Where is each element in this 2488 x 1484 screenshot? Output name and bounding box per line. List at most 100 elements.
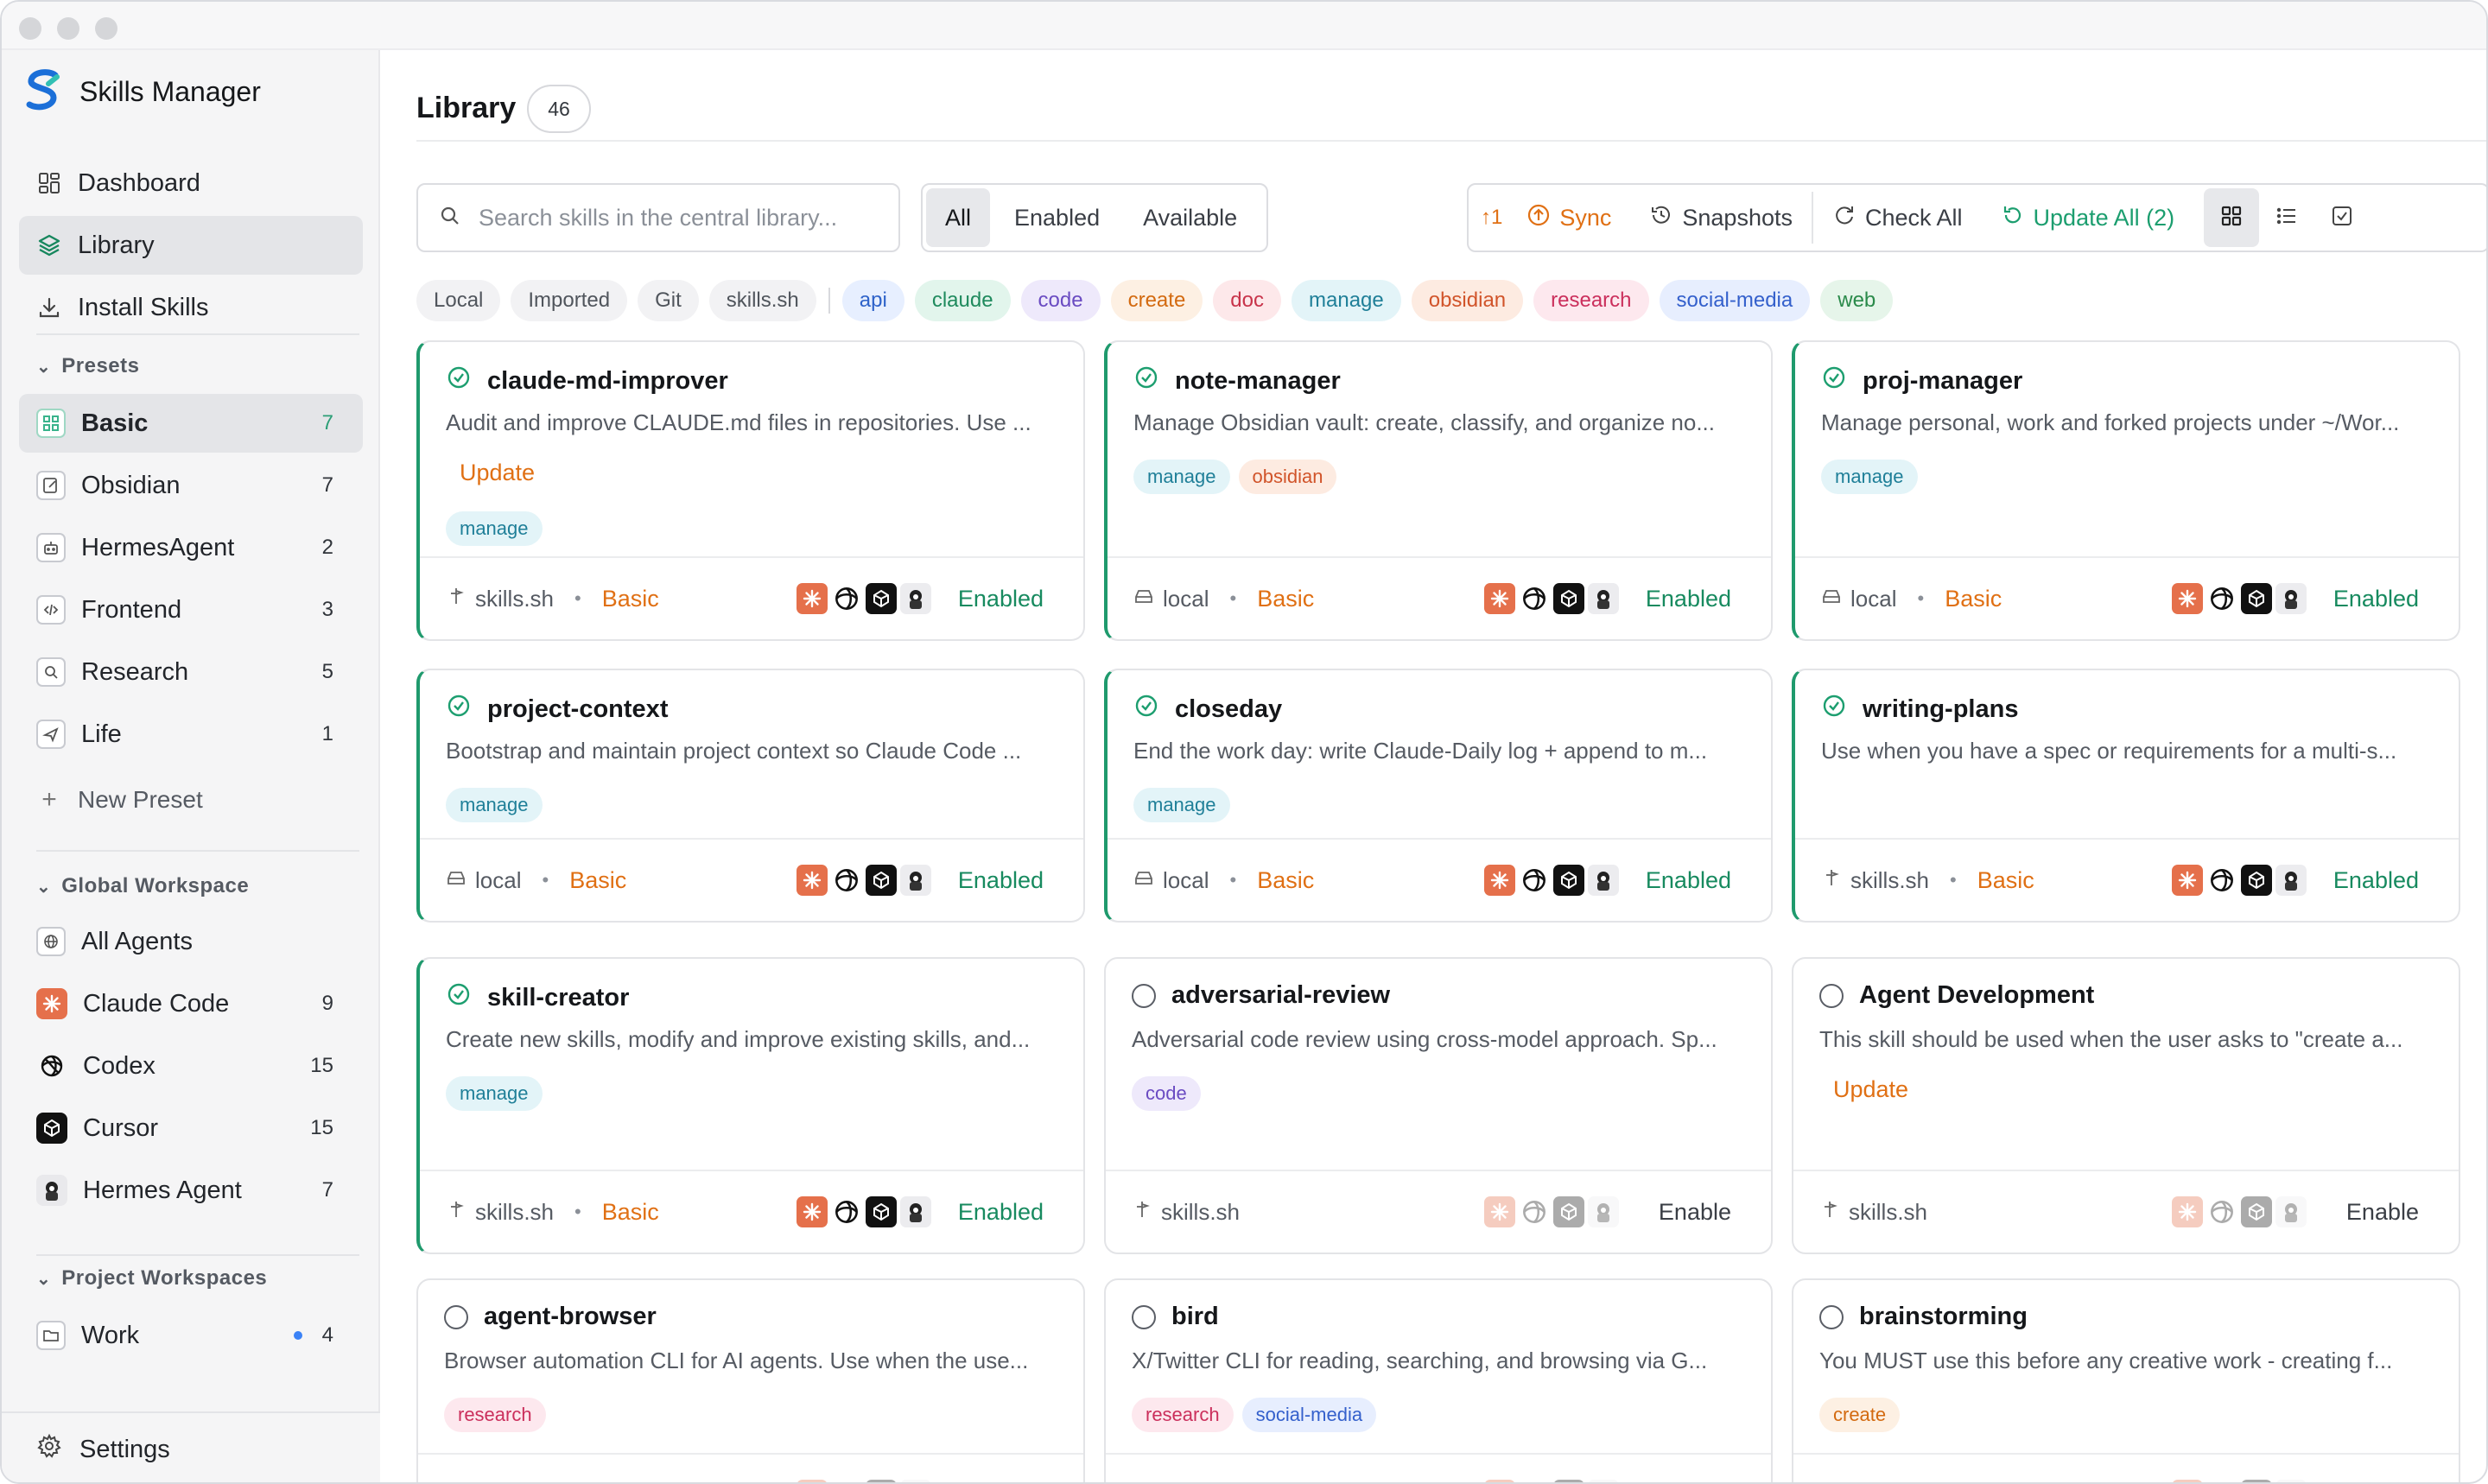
presets-section-header[interactable]: ⌄ Presets xyxy=(36,354,140,378)
skill-tag[interactable]: social-media xyxy=(1241,1398,1377,1432)
zoom-window-button[interactable] xyxy=(95,17,117,40)
cursor-icon[interactable] xyxy=(1553,1480,1584,1482)
preset-label[interactable]: Basic xyxy=(1257,586,1314,612)
skill-tag[interactable]: manage xyxy=(446,788,543,822)
claude-code-icon[interactable] xyxy=(2172,1196,2203,1227)
update-link[interactable]: Update xyxy=(1833,1076,1908,1103)
hermes-agent-icon[interactable] xyxy=(900,1196,931,1227)
skill-card[interactable]: Agent Development This skill should be us… xyxy=(1792,957,2460,1254)
hermes-agent-icon[interactable] xyxy=(900,865,931,896)
codex-icon[interactable] xyxy=(1519,1480,1550,1482)
skill-tag[interactable]: research xyxy=(444,1398,546,1432)
preset-label[interactable]: Basic xyxy=(1257,867,1314,894)
enabled-status[interactable]: Enabled xyxy=(958,1199,1044,1226)
hermes-agent-icon[interactable] xyxy=(1588,1196,1619,1227)
cursor-icon[interactable] xyxy=(1553,1196,1584,1227)
enabled-status[interactable]: Enabled xyxy=(958,586,1044,612)
skill-tag[interactable]: research xyxy=(1132,1398,1234,1432)
cursor-icon[interactable] xyxy=(866,865,897,896)
workspace-cursor[interactable]: Cursor 15 xyxy=(19,1099,363,1157)
close-window-button[interactable] xyxy=(19,17,41,40)
preset-label[interactable]: Basic xyxy=(602,1199,659,1226)
codex-icon[interactable] xyxy=(1519,865,1550,896)
nav-install-skills[interactable]: Install Skills xyxy=(19,278,363,337)
skill-card[interactable]: project-context Bootstrap and maintain pr… xyxy=(416,669,1085,923)
hermes-agent-icon[interactable] xyxy=(2275,1480,2307,1482)
skill-tag[interactable]: manage xyxy=(1821,460,1918,494)
preset-label[interactable]: Basic xyxy=(602,586,659,612)
claude-code-icon[interactable] xyxy=(2172,1480,2203,1482)
cursor-icon[interactable] xyxy=(1553,865,1584,896)
codex-icon[interactable] xyxy=(831,1480,862,1482)
hermes-agent-icon[interactable] xyxy=(900,583,931,614)
workspace-codex[interactable]: Codex 15 xyxy=(19,1037,363,1095)
hermes-agent-icon[interactable] xyxy=(900,1480,931,1482)
claude-code-icon[interactable] xyxy=(1484,1196,1515,1227)
tag-filter-chip[interactable]: claude xyxy=(914,280,1011,321)
skill-card[interactable]: closeday End the work day: write Claude-D… xyxy=(1104,669,1773,923)
workspace-work[interactable]: Work 4 xyxy=(19,1306,363,1365)
cursor-icon[interactable] xyxy=(866,583,897,614)
source-filter-chip[interactable]: Local xyxy=(416,280,501,321)
segment-available[interactable]: Available xyxy=(1124,188,1256,247)
cursor-icon[interactable] xyxy=(866,1480,897,1482)
enabled-status[interactable]: Enabled xyxy=(1646,586,1731,612)
tag-filter-chip[interactable]: web xyxy=(1820,280,1894,321)
minimize-window-button[interactable] xyxy=(57,17,79,40)
enabled-status[interactable]: Enabled xyxy=(1646,867,1731,894)
skill-card[interactable]: bird X/Twitter CLI for reading, searching… xyxy=(1104,1278,1773,1482)
cursor-icon[interactable] xyxy=(2241,1196,2272,1227)
source-filter-chip[interactable]: Git xyxy=(638,280,699,321)
cursor-icon[interactable] xyxy=(2241,1480,2272,1482)
hermes-agent-icon[interactable] xyxy=(1588,1480,1619,1482)
hermes-agent-icon[interactable] xyxy=(2275,1196,2307,1227)
hermes-agent-icon[interactable] xyxy=(2275,865,2307,896)
list-view-button[interactable] xyxy=(2259,188,2314,247)
workspace-hermes-agent[interactable]: Hermes Agent 7 xyxy=(19,1161,363,1220)
search-input[interactable] xyxy=(479,204,893,231)
skill-card[interactable]: claude-md-improver Audit and improve CLAU… xyxy=(416,340,1085,641)
codex-icon[interactable] xyxy=(1519,1196,1550,1227)
codex-icon[interactable] xyxy=(1519,583,1550,614)
hermes-agent-icon[interactable] xyxy=(1588,583,1619,614)
skill-tag[interactable]: manage xyxy=(446,1076,543,1111)
skill-tag[interactable]: manage xyxy=(1133,788,1230,822)
codex-icon[interactable] xyxy=(2206,1480,2237,1482)
preset-hermesagent[interactable]: HermesAgent 2 xyxy=(19,518,363,577)
claude-code-icon[interactable] xyxy=(797,865,828,896)
preset-obsidian[interactable]: Obsidian 7 xyxy=(19,456,363,515)
check-all-button[interactable]: Check All xyxy=(1813,185,1982,251)
select-circle-icon[interactable] xyxy=(1132,983,1156,1008)
skill-card[interactable]: note-manager Manage Obsidian vault: creat… xyxy=(1104,340,1773,641)
workspace-claude-code[interactable]: Claude Code 9 xyxy=(19,974,363,1033)
preset-label[interactable]: Basic xyxy=(1977,867,2034,894)
claude-code-icon[interactable] xyxy=(1484,1480,1515,1482)
cursor-icon[interactable] xyxy=(1553,583,1584,614)
source-filter-chip[interactable]: Imported xyxy=(511,280,628,321)
skill-tag[interactable]: code xyxy=(1132,1076,1201,1111)
select-circle-icon[interactable] xyxy=(1819,1304,1844,1329)
skill-tag[interactable]: create xyxy=(1819,1398,1901,1432)
cursor-icon[interactable] xyxy=(2241,583,2272,614)
nav-dashboard[interactable]: Dashboard xyxy=(19,154,363,212)
codex-icon[interactable] xyxy=(831,583,862,614)
codex-icon[interactable] xyxy=(831,865,862,896)
skill-card[interactable]: agent-browser Browser automation CLI for … xyxy=(416,1278,1085,1482)
skill-card[interactable]: skill-creator Create new skills, modify a… xyxy=(416,957,1085,1254)
grid-view-button[interactable] xyxy=(2204,188,2260,247)
claude-code-icon[interactable] xyxy=(2172,583,2203,614)
tag-filter-chip[interactable]: create xyxy=(1110,280,1203,321)
claude-code-icon[interactable] xyxy=(797,1480,828,1482)
workspace-all-agents[interactable]: All Agents xyxy=(19,912,363,971)
sync-button[interactable]: Sync xyxy=(1514,185,1630,251)
select-circle-icon[interactable] xyxy=(1132,1304,1156,1329)
claude-code-icon[interactable] xyxy=(1484,865,1515,896)
codex-icon[interactable] xyxy=(831,1196,862,1227)
preset-life[interactable]: Life 1 xyxy=(19,705,363,764)
segment-enabled[interactable]: Enabled xyxy=(995,188,1119,247)
cursor-icon[interactable] xyxy=(2241,865,2272,896)
claude-code-icon[interactable] xyxy=(797,583,828,614)
skill-card[interactable]: adversarial-review Adversarial code revie… xyxy=(1104,957,1773,1254)
skill-tag[interactable]: obsidian xyxy=(1238,460,1337,494)
global-workspace-section-header[interactable]: ⌄ Global Workspace xyxy=(36,874,249,898)
